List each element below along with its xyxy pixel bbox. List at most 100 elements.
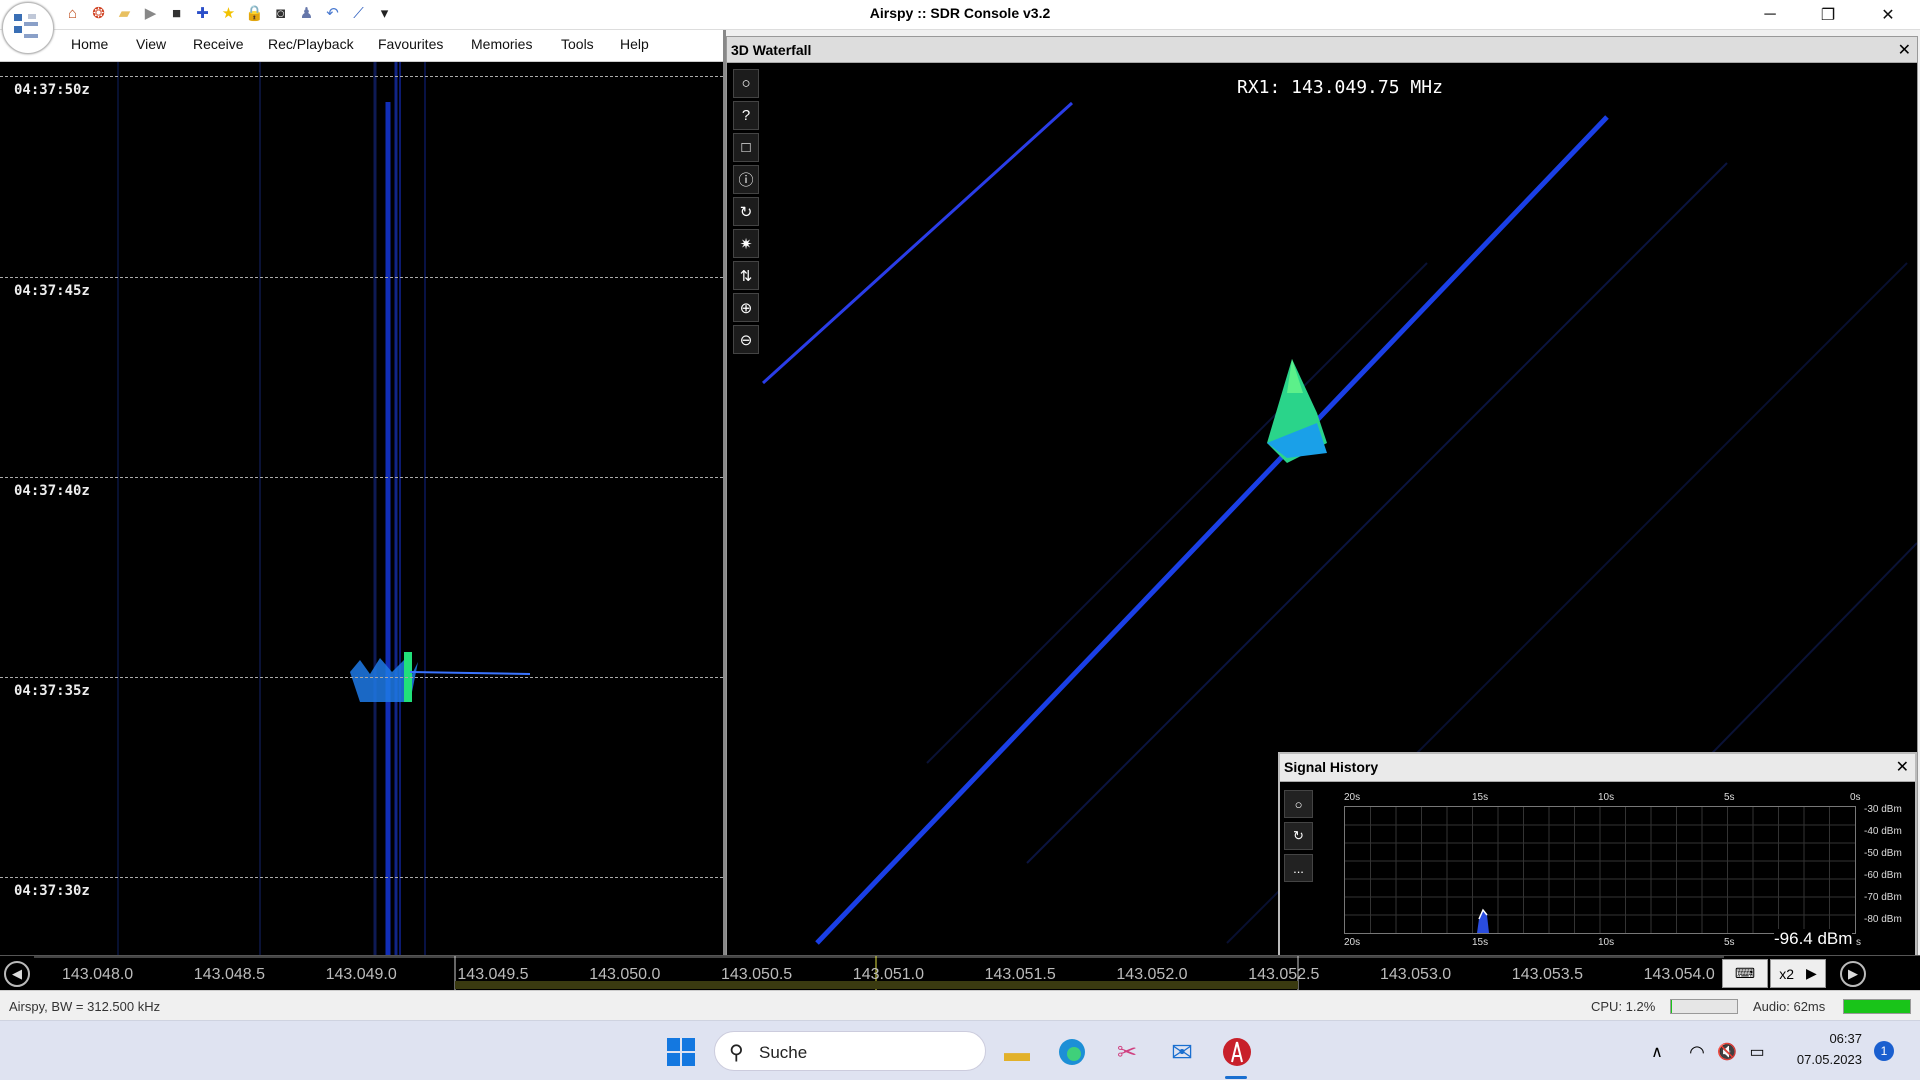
menu-bar: Home View Receive Rec/Playback Favourite…: [0, 30, 724, 62]
close-icon[interactable]: ✕: [1896, 757, 1909, 777]
frequency-label: 143.053.0: [1380, 966, 1452, 983]
signal-x-label: s: [1856, 937, 1861, 948]
sdr-console-taskbar-icon[interactable]: [1220, 1035, 1254, 1069]
menu-rec-playback[interactable]: Rec/Playback: [268, 36, 354, 52]
close-icon[interactable]: ✕: [1898, 40, 1911, 60]
scroll-left-icon[interactable]: ◀: [4, 961, 30, 987]
signal-history-toolbar: ○ ↻...: [1284, 790, 1313, 882]
signal-options-icon[interactable]: ○: [1284, 790, 1313, 818]
square-view-icon[interactable]: □: [733, 133, 759, 162]
show-hidden-icons-icon[interactable]: ∧: [1640, 1035, 1674, 1069]
close-button[interactable]: ✕: [1860, 0, 1916, 30]
time-gridline: [0, 277, 723, 278]
taskbar-search[interactable]: ⚲ Suche: [714, 1031, 986, 1071]
zoom-out-icon[interactable]: ⊖: [733, 325, 759, 354]
time-label: 04:37:30z: [12, 883, 92, 899]
signal-history-grid: [1345, 807, 1855, 933]
menu-home[interactable]: Home: [71, 36, 108, 52]
menu-favourites[interactable]: Favourites: [378, 36, 443, 52]
title-bar: ⌂ ❂ ▰ ▶ ■ ✚ ★ 🔒 ◙ ♟ ↶ ⟋ ▾ Airspy :: SDR Console v3.2…: [0, 0, 1920, 30]
windows-start-icon[interactable]: [664, 1035, 698, 1069]
notification-badge[interactable]: 1: [1874, 1041, 1894, 1061]
signal-x-label: 5s: [1724, 792, 1735, 803]
file-explorer-icon[interactable]: ▬: [1000, 1035, 1034, 1069]
waterfall-3d-header: 3D Waterfall ✕: [727, 37, 1917, 63]
swap-vertical-icon[interactable]: ⇅: [733, 261, 759, 290]
signal-x-label: 10s: [1598, 937, 1615, 948]
time-label: 04:37:35z: [12, 683, 92, 699]
frequency-label: 143.052.5: [1248, 966, 1320, 983]
time-label: 04:37:40z: [12, 483, 92, 499]
time-label: 04:37:50z: [12, 82, 92, 98]
window-title: Airspy :: SDR Console v3.2: [869, 5, 1051, 21]
app-menu-button[interactable]: [2, 2, 54, 54]
rotate-icon[interactable]: ↻: [733, 197, 759, 226]
signal-history-plot: [1344, 806, 1856, 934]
signal-refresh-icon[interactable]: ↻: [1284, 822, 1313, 850]
info-icon[interactable]: ⓘ: [733, 165, 759, 194]
menu-help[interactable]: Help: [620, 36, 649, 52]
signal-x-label: 20s: [1344, 792, 1361, 803]
taskbar: ⚲ Suche ▬ ✂ ✉ ∧ ◠ 🔇 ▭ 06:37 07.05.2023 1: [0, 1020, 1920, 1080]
search-icon: ⚲: [729, 1042, 744, 1064]
waterfall-trace: [117, 62, 531, 955]
battery-icon[interactable]: ▭: [1740, 1035, 1774, 1069]
brightness-icon[interactable]: ✷: [733, 229, 759, 258]
waterfall-display[interactable]: 04:37:50z 04:37:45z 04:37:40z 04:37:35z …: [0, 62, 723, 955]
signal-x-label: 10s: [1598, 792, 1615, 803]
signal-y-label: -40 dBm: [1864, 826, 1902, 837]
menu-tools[interactable]: Tools: [561, 36, 594, 52]
signal-history-title: Signal History: [1284, 759, 1379, 775]
zoom-select[interactable]: x2 ▶: [1770, 959, 1826, 988]
keyboard-icon[interactable]: ⌨: [1722, 959, 1768, 988]
time-label: 04:37:45z: [12, 283, 92, 299]
help-question-icon[interactable]: ?: [733, 101, 759, 130]
waterfall-3d-title: 3D Waterfall: [731, 42, 812, 58]
restore-button[interactable]: ❐: [1800, 0, 1856, 30]
app-logo-icon: [14, 14, 38, 38]
signal-history-header: Signal History ✕: [1280, 754, 1915, 782]
signal-x-label: 15s: [1472, 937, 1489, 948]
taskbar-time[interactable]: 06:37: [1780, 1031, 1862, 1046]
signal-x-label: 0s: [1850, 792, 1861, 803]
minimize-button[interactable]: ─: [1742, 0, 1798, 30]
signal-y-label: -70 dBm: [1864, 892, 1902, 903]
audio-meter: [1843, 999, 1911, 1014]
status-audio: Audio: 62ms: [1753, 999, 1826, 1014]
signal-y-label: -30 dBm: [1864, 804, 1902, 815]
time-gridline: [0, 76, 723, 77]
signal-y-label: -80 dBm: [1864, 914, 1902, 925]
frequency-scale[interactable]: ◀ 143.048.0 143.048.5 143.049.0 143.049.5 14…: [0, 955, 1920, 991]
signal-x-label: 15s: [1472, 792, 1489, 803]
frequency-label: 143.051.0: [852, 966, 924, 983]
scroll-right-icon[interactable]: ▶: [1840, 961, 1866, 987]
zoom-level: x2: [1779, 965, 1794, 982]
frequency-label: 143.053.5: [1511, 966, 1583, 983]
status-cpu: CPU: 1.2%: [1591, 999, 1656, 1014]
snipping-tool-icon[interactable]: ✂: [1110, 1035, 1144, 1069]
time-gridline: [0, 877, 723, 878]
frequency-label: 143.054.0: [1643, 966, 1715, 983]
edge-browser-icon[interactable]: [1055, 1035, 1089, 1069]
options-circle-icon[interactable]: ○: [733, 69, 759, 98]
signal-x-label: 5s: [1724, 937, 1735, 948]
taskbar-date[interactable]: 07.05.2023: [1780, 1052, 1862, 1067]
time-gridline: [0, 677, 723, 678]
zoom-in-icon[interactable]: ⊕: [733, 293, 759, 322]
status-bandwidth: Airspy, BW = 312.500 kHz: [9, 999, 161, 1014]
speaker-muted-icon[interactable]: 🔇: [1710, 1035, 1744, 1069]
cpu-meter: [1670, 999, 1738, 1014]
frequency-label: 143.050.5: [721, 966, 793, 983]
menu-receive[interactable]: Receive: [193, 36, 244, 52]
signal-level-readout: -96.4 dBm: [1774, 929, 1853, 949]
waterfall-3d-toolbar: ○? □ ⓘ ↻ ✷ ⇅ ⊕ ⊖: [733, 69, 759, 354]
signal-history-panel: Signal History ✕ ○ ↻... 20s 15s 10s 5s 0s…: [1278, 752, 1917, 957]
mail-icon[interactable]: ✉: [1165, 1035, 1199, 1069]
wifi-icon[interactable]: ◠: [1680, 1035, 1714, 1069]
status-bar: Airspy, BW = 312.500 kHz CPU: 1.2% Audio…: [0, 990, 1920, 1020]
signal-more-icon[interactable]: ...: [1284, 854, 1313, 882]
menu-memories[interactable]: Memories: [471, 36, 532, 52]
frequency-label: 143.050.0: [589, 966, 661, 983]
rx-frequency-label: RX1: 143.049.75 MHz: [1237, 77, 1443, 98]
menu-view[interactable]: View: [136, 36, 166, 52]
